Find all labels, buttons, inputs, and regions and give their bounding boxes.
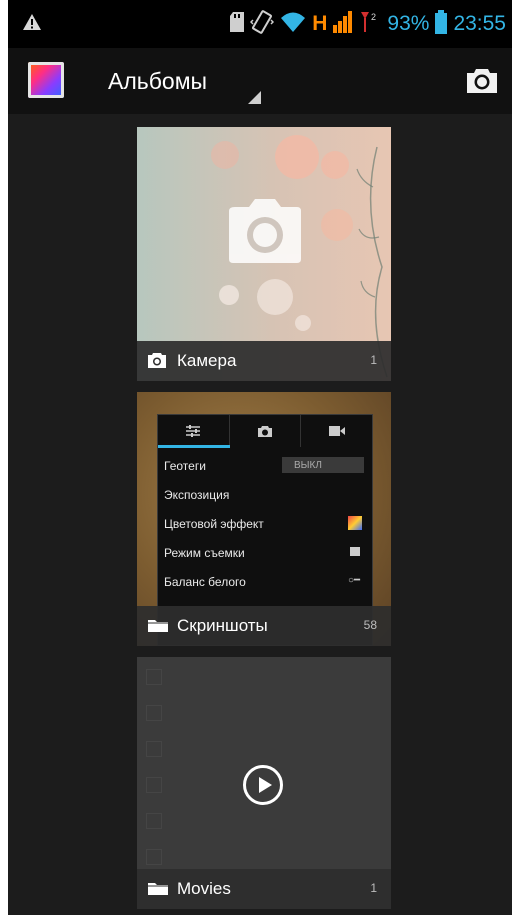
- gallery-app-icon[interactable]: [28, 62, 64, 98]
- album-caption: Movies 1: [137, 869, 391, 909]
- album-caption: Скриншоты 58: [137, 606, 391, 646]
- action-bar: Альбомы: [8, 48, 512, 114]
- toggle-value: ВЫКЛ: [282, 457, 364, 473]
- white-balance-icon: ○━: [348, 575, 361, 586]
- album-count: 1: [370, 881, 377, 895]
- album-movies[interactable]: Movies 1: [137, 657, 391, 909]
- camera-icon[interactable]: [466, 66, 498, 98]
- camera-icon: [230, 415, 302, 447]
- status-bar: H 2 93% 23:55: [8, 0, 512, 48]
- battery-icon: [435, 10, 448, 38]
- play-icon[interactable]: [243, 765, 283, 805]
- screenshot-row: Баланс белого ○━: [164, 575, 361, 589]
- warning-icon: [22, 13, 42, 35]
- network-type-indicator: H: [312, 12, 328, 35]
- clock: 23:55: [453, 12, 506, 35]
- screenshot-row: Экспозиция: [164, 488, 230, 502]
- camera-icon: [147, 352, 167, 373]
- album-screenshots[interactable]: Геотеги ВЫКЛ Экспозиция Цветовой эффект …: [137, 392, 391, 646]
- album-count: 1: [370, 353, 377, 367]
- folder-icon: [147, 880, 169, 900]
- screenshot-row: Цветовой эффект: [164, 516, 364, 531]
- film-strip-hole: [146, 705, 162, 721]
- color-effect-icon: [348, 516, 362, 530]
- folder-icon: [147, 617, 169, 637]
- screenshot-row: Режим съемки: [164, 546, 364, 560]
- film-strip-hole: [146, 741, 162, 757]
- film-strip-hole: [146, 777, 162, 793]
- battery-percent: 93%: [387, 12, 430, 35]
- album-view-spinner[interactable]: Альбомы: [108, 68, 207, 95]
- roaming-signal-icon: 2: [359, 10, 381, 38]
- album-count: 58: [363, 618, 377, 632]
- dropdown-spinner-icon[interactable]: [248, 91, 261, 104]
- album-label: Камера: [177, 351, 237, 370]
- film-strip-hole: [146, 669, 162, 685]
- video-camera-icon: [301, 415, 372, 447]
- film-strip-hole: [146, 813, 162, 829]
- film-strip-hole: [146, 849, 162, 865]
- album-caption: Камера 1: [137, 341, 391, 381]
- signal-icon: [333, 11, 353, 37]
- album-camera[interactable]: Камера 1: [137, 127, 391, 381]
- settings-sliders-icon: [158, 415, 230, 447]
- gallery-screen: H 2 93% 23:55 Альбомы Камера 1 Геотеги В…: [8, 0, 512, 915]
- album-label: Movies: [177, 879, 231, 898]
- scene-mode-icon: [350, 547, 360, 556]
- screenshot-row: Геотеги ВЫКЛ: [164, 457, 364, 473]
- vibrate-icon: [250, 10, 275, 38]
- svg-text:2: 2: [371, 12, 376, 22]
- album-label: Скриншоты: [177, 616, 268, 635]
- wifi-icon: [280, 11, 306, 37]
- sd-card-icon: [230, 12, 245, 36]
